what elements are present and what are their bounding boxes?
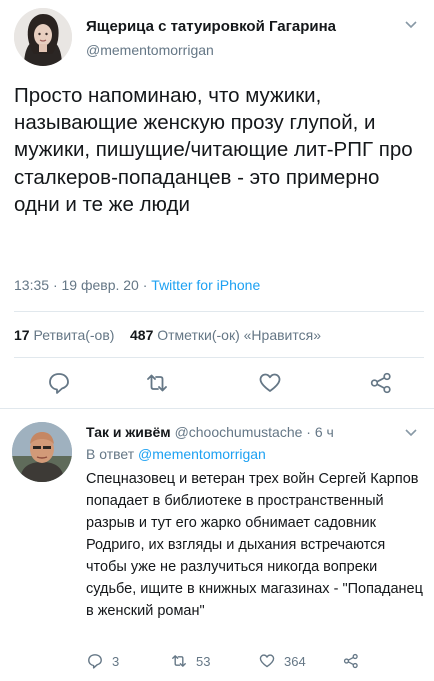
meta-separator-dot: · <box>52 277 62 293</box>
reply-to-line: В ответ @mementomorrigan <box>86 446 266 462</box>
tweet-time: 13:35 <box>14 277 50 293</box>
retweets-count[interactable]: 17 <box>14 327 30 343</box>
like-button[interactable]: 364 <box>258 650 306 672</box>
retweet-button[interactable]: 53 <box>170 650 210 672</box>
retweet-button[interactable] <box>144 370 170 396</box>
reply-icon <box>49 373 69 394</box>
reply-to-handle[interactable]: @mementomorrigan <box>138 446 266 462</box>
tweet-date: 19 февр. 20 <box>61 277 139 293</box>
reply-author-name[interactable]: Так и живём <box>86 424 171 440</box>
reply-header: Так и живём @choochumustache · 6 ч <box>86 424 334 440</box>
author-handle[interactable]: @mementomorrigan <box>86 42 214 58</box>
author-name[interactable]: Ящерица с татуировкой Гагарина <box>86 18 336 35</box>
reply-button[interactable]: 3 <box>86 650 119 672</box>
avatar[interactable] <box>14 8 72 66</box>
reply-age: 6 ч <box>314 424 334 440</box>
retweet-icon <box>147 374 167 392</box>
reply-count: 3 <box>112 653 120 669</box>
retweets-label[interactable]: Ретвита(-ов) <box>33 327 114 343</box>
share-button[interactable] <box>368 370 394 396</box>
like-button[interactable] <box>257 370 283 396</box>
chevron-down-icon[interactable] <box>404 20 418 30</box>
avatar[interactable] <box>12 422 72 482</box>
reply-action-bar: 3 53 364 <box>86 650 386 672</box>
tweet-stats: 17 Ретвита(-ов) 487 Отметки(-ок) «Нравит… <box>14 327 321 343</box>
reply-tweet[interactable]: Так и живём @choochumustache · 6 ч В отв… <box>0 410 434 681</box>
retweet-count: 53 <box>196 653 211 669</box>
reply-author-handle[interactable]: @choochumustache <box>175 424 303 440</box>
divider <box>0 408 434 409</box>
retweet-icon <box>172 655 186 667</box>
share-icon <box>343 653 358 669</box>
heart-icon <box>259 654 275 668</box>
share-icon <box>370 372 391 394</box>
likes-label[interactable]: Отметки(-ок) «Нравится» <box>157 327 321 343</box>
chevron-down-icon[interactable] <box>404 428 418 438</box>
likes-count[interactable]: 487 <box>130 327 153 343</box>
divider <box>14 357 424 358</box>
reply-icon <box>88 654 102 669</box>
tweet-text: Просто напоминаю, что мужики, называющие… <box>14 84 413 216</box>
reply-to-label: В ответ <box>86 446 135 462</box>
share-button[interactable] <box>342 650 360 672</box>
meta-separator-dot: · <box>142 277 152 293</box>
like-count: 364 <box>284 653 306 669</box>
reply-button[interactable] <box>46 370 72 396</box>
tweet-source-link[interactable]: Twitter for iPhone <box>151 277 260 293</box>
tweet-header: Ящерица с татуировкой Гагарина @mementom… <box>14 8 424 68</box>
meta-separator-dot: · <box>306 424 315 440</box>
heart-icon <box>259 373 281 392</box>
reply-text: Спецназовец и ветеран трех войн Сергей К… <box>86 471 423 619</box>
divider <box>14 311 424 312</box>
tweet-timestamp: 13:35 · 19 февр. 20 · Twitter for iPhone <box>14 277 260 293</box>
